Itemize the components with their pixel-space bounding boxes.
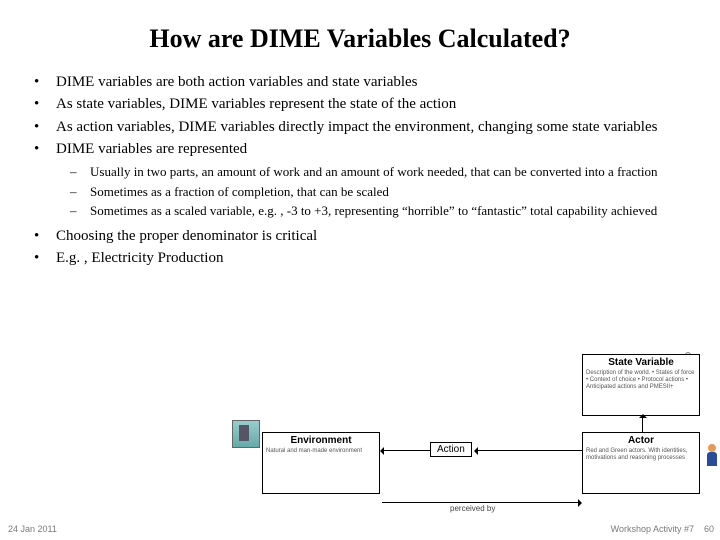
buildings-icon <box>232 420 260 448</box>
bullet-text: Choosing the proper denominator is criti… <box>56 226 317 246</box>
bullet-text: E.g. , Electricity Production <box>56 248 223 268</box>
bullet-item: •As state variables, DIME variables repr… <box>34 94 690 114</box>
bullet-item: •As action variables, DIME variables dir… <box>34 117 690 137</box>
footer-activity: Workshop Activity #7 <box>611 524 694 534</box>
bullet-item: •Choosing the proper denominator is crit… <box>34 226 690 246</box>
action-label: Action <box>430 442 472 457</box>
environment-title: Environment <box>266 435 376 446</box>
sub-bullet-item: –Usually in two parts, an amount of work… <box>70 163 690 181</box>
sub-bullet-item: –Sometimes as a scaled variable, e.g. , … <box>70 202 690 220</box>
bullet-list-1: •DIME variables are both action variable… <box>34 72 690 159</box>
environment-box: Environment Natural and man-made environ… <box>262 432 380 494</box>
bullet-list-2: •Choosing the proper denominator is crit… <box>34 226 690 269</box>
arrow-environment-to-actor <box>382 502 580 503</box>
actor-box: Actor Red and Green actors. With identit… <box>582 432 700 494</box>
sub-bullet-text: Sometimes as a fraction of completion, t… <box>90 183 389 201</box>
bullet-text: DIME variables are represented <box>56 139 247 159</box>
sub-bullet-item: –Sometimes as a fraction of completion, … <box>70 183 690 201</box>
state-variable-title: State Variable <box>586 357 696 368</box>
bullet-text: As state variables, DIME variables repre… <box>56 94 456 114</box>
diagram: State Variable Description of the world.… <box>232 354 712 514</box>
slide: How are DIME Variables Calculated? •DIME… <box>0 0 720 540</box>
slide-title: How are DIME Variables Calculated? <box>30 24 690 54</box>
page-number: 60 <box>704 524 714 534</box>
bullet-item: •E.g. , Electricity Production <box>34 248 690 268</box>
actor-text: Red and Green actors. With identities, m… <box>586 448 696 462</box>
person-icon <box>704 444 720 474</box>
arrow-action-to-environment <box>382 450 430 451</box>
sub-bullet-list: –Usually in two parts, an amount of work… <box>70 163 690 220</box>
bullet-item: •DIME variables are represented <box>34 139 690 159</box>
environment-text: Natural and man-made environment <box>266 448 376 455</box>
perceived-by-label: perceived by <box>450 504 495 513</box>
sub-bullet-text: Sometimes as a scaled variable, e.g. , -… <box>90 202 657 220</box>
bullet-item: •DIME variables are both action variable… <box>34 72 690 92</box>
arrow-actor-to-statevar <box>642 416 643 432</box>
sub-bullet-text: Usually in two parts, an amount of work … <box>90 163 658 181</box>
bullet-text: DIME variables are both action variables… <box>56 72 418 92</box>
state-variable-box: State Variable Description of the world.… <box>582 354 700 416</box>
bullet-text: As action variables, DIME variables dire… <box>56 117 657 137</box>
state-variable-text: Description of the world. • States of fo… <box>586 370 696 391</box>
actor-title: Actor <box>586 435 696 446</box>
arrow-actor-to-action <box>476 450 582 451</box>
footer-date: 24 Jan 2011 <box>8 524 57 534</box>
